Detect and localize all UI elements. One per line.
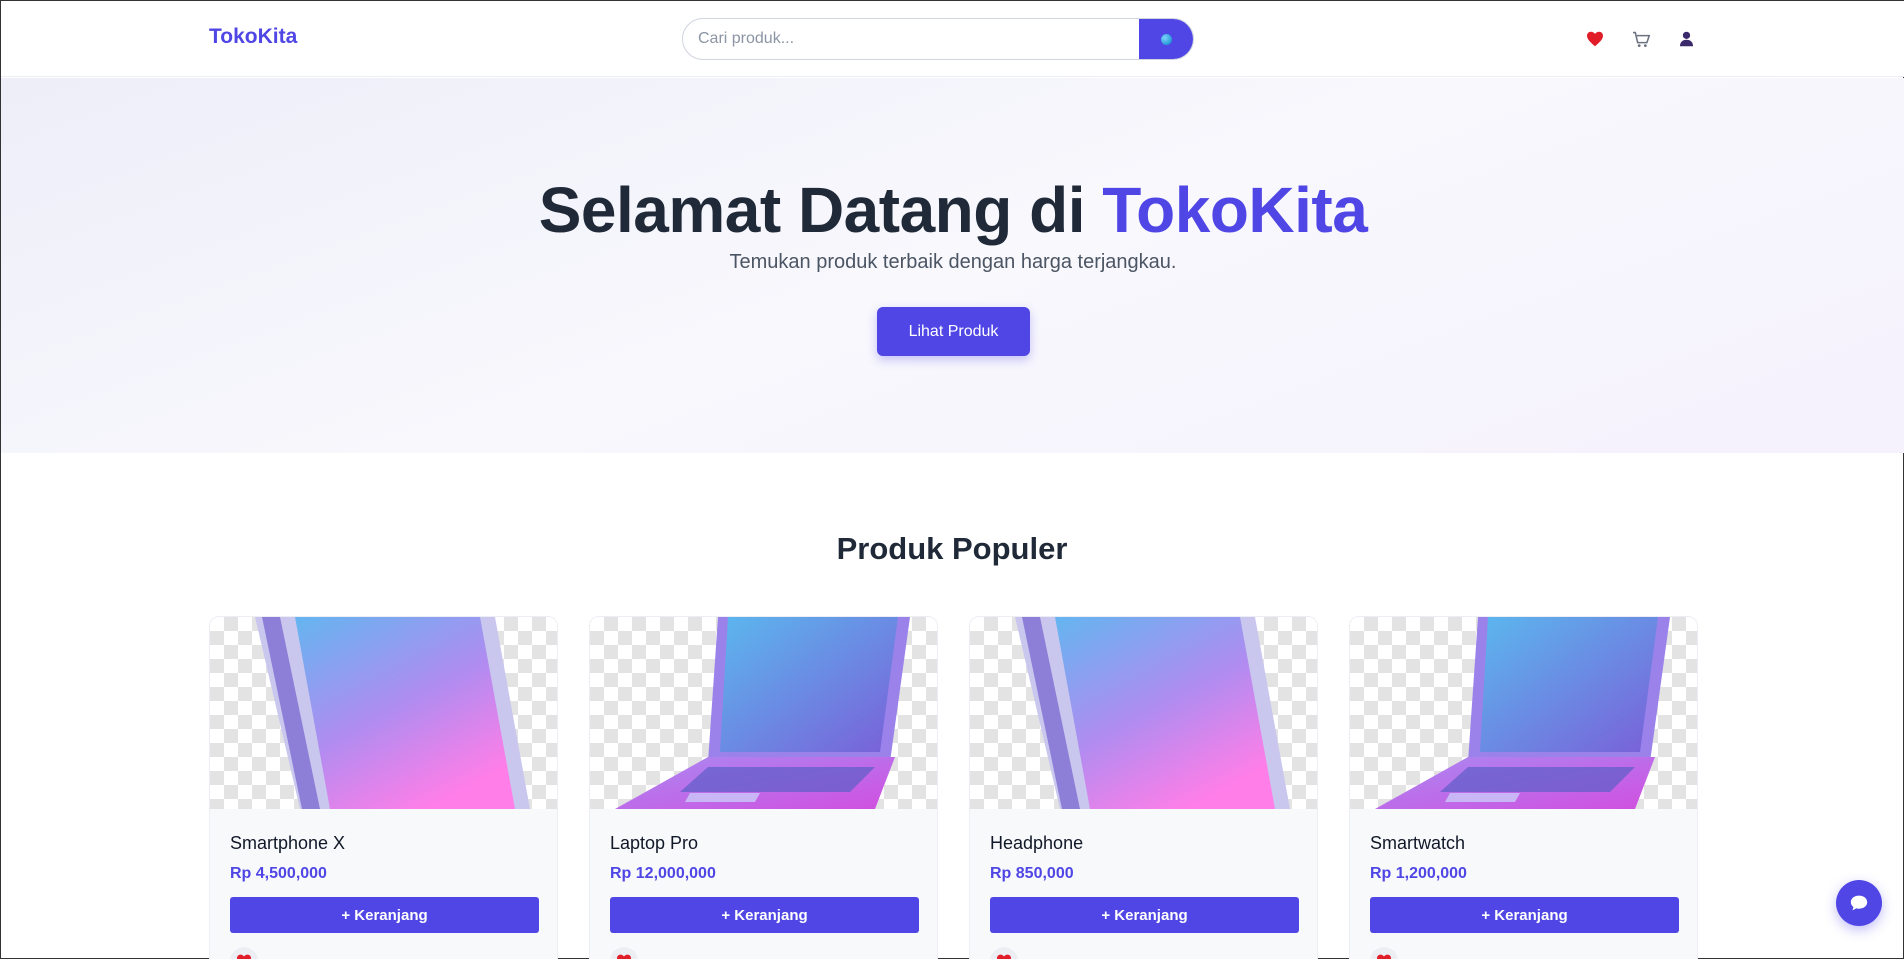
hero-title: Selamat Datang di TokoKita bbox=[1, 173, 1904, 247]
product-image bbox=[210, 617, 557, 809]
add-to-cart-button[interactable]: + Keranjang bbox=[230, 897, 539, 933]
wishlist-button[interactable] bbox=[1370, 947, 1398, 959]
phone-image bbox=[1015, 617, 1290, 809]
product-name: Laptop Pro bbox=[610, 833, 699, 853]
hero-title-prefix: Selamat Datang di bbox=[538, 174, 1103, 246]
hero-title-accent: TokoKita bbox=[1102, 174, 1368, 246]
product-price: Rp 4,500,000 bbox=[230, 865, 327, 882]
product-card[interactable]: Laptop Pro Rp 12,000,000 + Keranjang bbox=[589, 616, 938, 959]
add-to-cart-button[interactable]: + Keranjang bbox=[1370, 897, 1679, 933]
cart-icon bbox=[1632, 31, 1650, 47]
chat-bubble-icon bbox=[1850, 895, 1868, 911]
search-button[interactable] bbox=[1139, 19, 1193, 59]
heart-icon bbox=[1587, 31, 1603, 47]
product-card[interactable]: Headphone Rp 850,000 + Keranjang bbox=[969, 616, 1318, 959]
hero-subtitle: Temukan produk terbaik dengan harga terj… bbox=[729, 251, 1177, 273]
hero-banner: Selamat Datang di TokoKita Temukan produ… bbox=[1, 78, 1904, 453]
wishlist-button[interactable] bbox=[230, 947, 258, 959]
product-name: Smartphone X bbox=[230, 833, 346, 853]
product-card[interactable]: Smartphone X Rp 4,500,000 + Keranjang bbox=[209, 616, 558, 959]
add-to-cart-button[interactable]: + Keranjang bbox=[990, 897, 1299, 933]
product-image bbox=[590, 617, 937, 809]
section-title: Produk Populer bbox=[836, 531, 1068, 566]
account-link[interactable] bbox=[1676, 29, 1696, 49]
product-price: Rp 1,200,000 bbox=[1370, 865, 1467, 882]
chat-button[interactable] bbox=[1836, 880, 1882, 926]
search-bar bbox=[682, 18, 1194, 60]
top-navbar: TokoKita bbox=[1, 1, 1904, 77]
cart-link[interactable] bbox=[1631, 29, 1651, 49]
user-icon bbox=[1679, 31, 1693, 47]
laptop-image bbox=[615, 617, 910, 809]
product-image bbox=[1350, 617, 1697, 809]
add-to-cart-button[interactable]: + Keranjang bbox=[610, 897, 919, 933]
product-name: Headphone bbox=[990, 833, 1084, 853]
heart-icon bbox=[997, 954, 1011, 959]
product-price: Rp 12,000,000 bbox=[610, 865, 716, 882]
wishlist-button[interactable] bbox=[610, 947, 638, 959]
heart-icon bbox=[1377, 954, 1391, 959]
laptop-image bbox=[1375, 617, 1670, 809]
product-card[interactable]: Smartwatch Rp 1,200,000 + Keranjang bbox=[1349, 616, 1698, 959]
brand-logo[interactable]: TokoKita bbox=[209, 25, 297, 49]
heart-icon bbox=[237, 954, 251, 959]
wishlist-button[interactable] bbox=[990, 947, 1018, 959]
phone-image bbox=[255, 617, 530, 809]
view-products-button[interactable]: Lihat Produk bbox=[877, 307, 1030, 356]
heart-icon bbox=[617, 954, 631, 959]
product-name: Smartwatch bbox=[1370, 833, 1466, 853]
product-image bbox=[970, 617, 1317, 809]
search-icon bbox=[1160, 33, 1172, 45]
search-input[interactable] bbox=[683, 19, 1141, 59]
product-price: Rp 850,000 bbox=[990, 865, 1074, 882]
wishlist-link[interactable] bbox=[1585, 29, 1605, 49]
